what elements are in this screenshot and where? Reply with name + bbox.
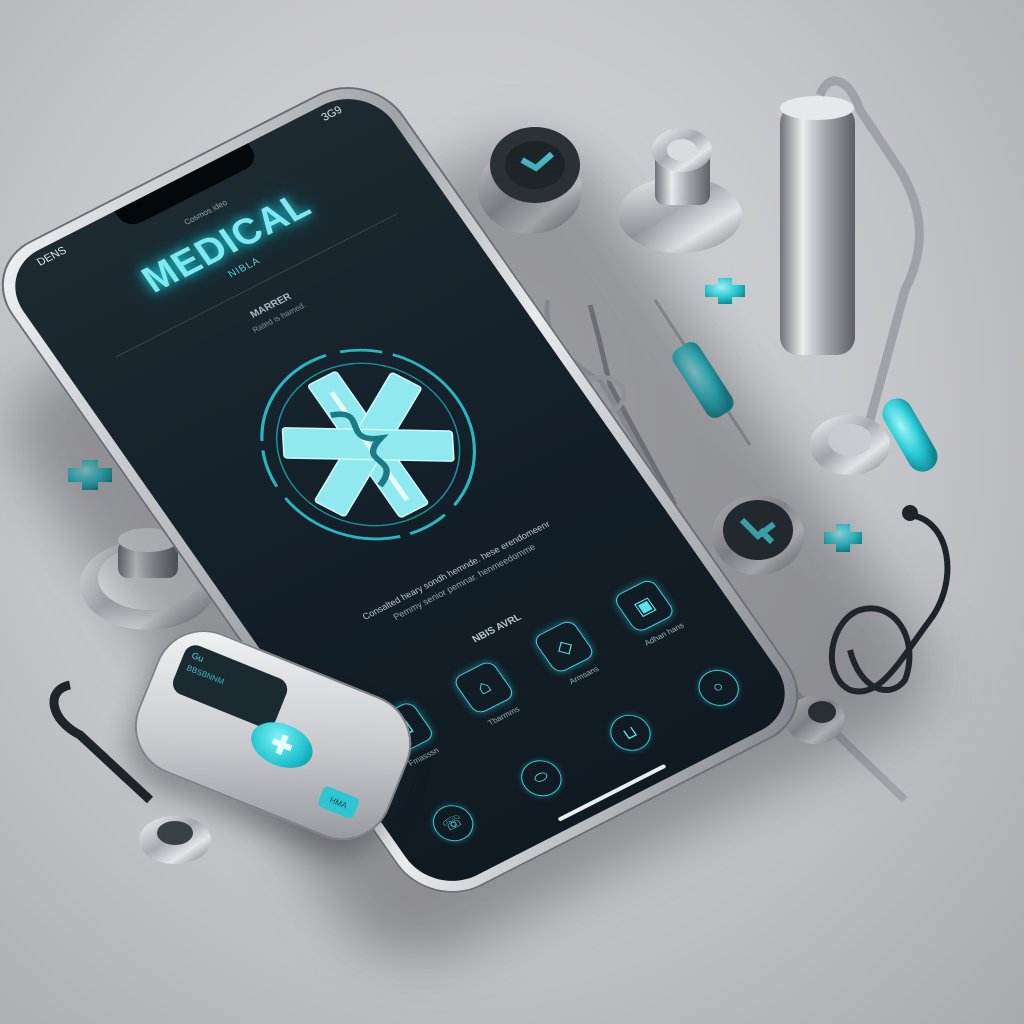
box-icon[interactable]: ▣ bbox=[611, 577, 677, 634]
cross-icon bbox=[705, 278, 745, 304]
remote-display: Gu BBSBNNM bbox=[169, 641, 291, 732]
product-scene: DENS 3G9 Cosmos ideo MEDICAL NIBLA MARRE… bbox=[0, 0, 1024, 1024]
status-carrier: DENS bbox=[34, 244, 70, 269]
feature-item[interactable]: ⌂ Tbarmms bbox=[440, 653, 538, 735]
feature-item[interactable]: ▣ Adhan hans bbox=[600, 572, 698, 654]
stethoscope-head-icon bbox=[618, 128, 742, 253]
medicine-icon[interactable]: ◇ bbox=[531, 618, 597, 675]
remote-tag: HMA bbox=[316, 785, 361, 820]
tag-icon[interactable]: ⌂ bbox=[451, 659, 517, 716]
feature-label: Fmasssn bbox=[406, 745, 441, 768]
pill-icon[interactable]: ⬭ bbox=[513, 753, 570, 803]
phone-icon[interactable]: ☏ bbox=[425, 798, 482, 848]
feature-item[interactable]: ◇ Armsans bbox=[520, 613, 618, 695]
status-signal: 3G9 bbox=[319, 104, 345, 124]
feature-label: Armsans bbox=[567, 664, 601, 687]
circle-icon[interactable]: ○ bbox=[690, 663, 747, 713]
cup-icon[interactable]: ⊔ bbox=[602, 708, 659, 758]
